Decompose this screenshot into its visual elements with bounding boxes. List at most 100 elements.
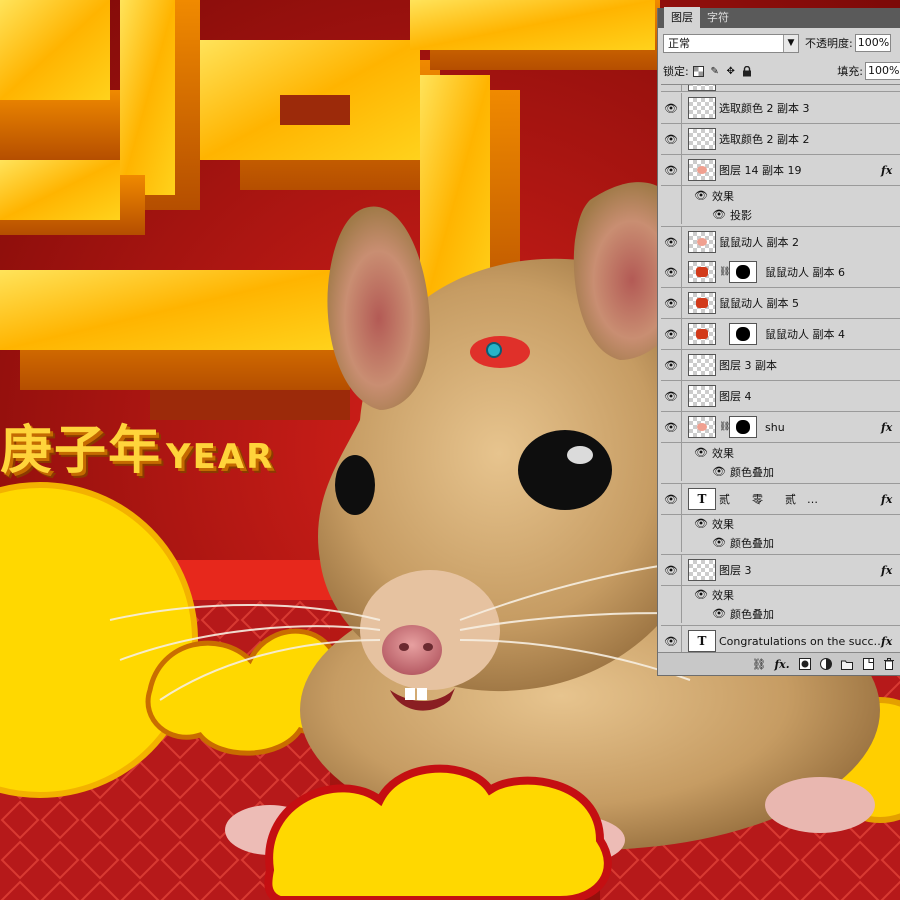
opacity-input[interactable]: 100% [854,34,891,52]
adjustment-layer-icon[interactable] [820,658,832,670]
lock-all-icon[interactable] [741,65,753,77]
layer-effects-row[interactable]: 👁 效果 [661,514,900,533]
layer-row[interactable]: 👁 T 贰 零 贰 … fx [661,483,900,515]
layers-panel: 图层 字符 正常 ▼ 不透明度: 100% 锁定: ✎ ✥ 填充: 100% 👁 [657,7,900,676]
visibility-eye-icon[interactable]: 👁 [682,208,726,221]
layer-thumbnail [688,85,716,91]
visibility-eye-icon[interactable]: 👁 [661,266,681,279]
fx-icon[interactable]: fx [881,564,900,577]
blend-mode-value: 正常 [668,37,690,50]
lock-transparency-icon[interactable] [693,65,705,77]
visibility-eye-icon[interactable]: 👁 [661,102,681,115]
visibility-eye-icon[interactable]: 👁 [661,328,681,341]
layer-row-partial[interactable]: 👁 [661,85,900,92]
layer-row[interactable]: 👁 ⛓ shu fx [661,412,900,443]
visibility-eye-icon[interactable]: 👁 [661,297,681,310]
fx-icon[interactable]: fx [881,493,900,506]
effects-label: 效果 [712,517,734,531]
lock-row: 锁定: ✎ ✥ 填充: 100% [663,60,900,82]
lock-brush-icon[interactable]: ✎ [709,65,721,77]
layer-thumbnail [688,354,716,376]
layer-mask-thumbnail[interactable] [729,323,757,345]
layer-name: Congratulations on the succ… [719,634,881,648]
layer-name: 选取颜色 2 副本 2 [719,133,810,146]
layer-thumbnail [688,231,716,253]
layer-row[interactable]: 👁 鼠鼠动人 副本 2 [661,226,900,258]
visibility-eye-icon[interactable]: 👁 [682,588,708,601]
folder-icon[interactable] [841,658,853,670]
effects-label: 效果 [712,588,734,602]
lock-move-icon[interactable]: ✥ [725,65,737,77]
visibility-eye-icon[interactable]: 👁 [661,359,681,372]
layers-list: 👁 👁 选取颜色 2 副本 3 👁 选取颜色 2 副本 2 👁 图层 14 副本… [661,84,900,657]
fx-icon[interactable]: fx [881,635,900,648]
visibility-eye-icon[interactable]: 👁 [661,85,681,87]
layer-row[interactable]: 👁 选取颜色 2 副本 3 [661,93,900,124]
year-title-cn: 庚子年 [0,421,163,481]
link-icon: ⛓ [719,422,731,432]
layer-effect-item[interactable]: 👁 颜色叠加 [661,533,900,552]
layer-name: 选取颜色 2 副本 3 [719,102,810,115]
layer-thumbnail [688,128,716,150]
layer-row[interactable]: 👁 ⛓ 鼠鼠动人 副本 6 [661,257,900,288]
effect-name: 颜色叠加 [730,607,774,621]
layer-row[interactable]: 👁 图层 14 副本 19 fx [661,155,900,186]
year-title-text: 庚子年 YEAR [0,408,274,483]
tab-layers[interactable]: 图层 [664,7,700,28]
layer-effects-row[interactable]: 👁 效果 [661,585,900,604]
layer-effects-row[interactable]: 👁 效果 [661,443,900,462]
chevron-down-icon: ▼ [783,34,798,52]
add-style-fx-icon[interactable]: fx. [774,658,790,671]
layer-thumbnail [688,559,716,581]
visibility-eye-icon[interactable]: 👁 [661,493,681,506]
layer-row[interactable]: 👁 图层 3 副本 [661,350,900,381]
layer-mask-thumbnail[interactable] [729,261,757,283]
layer-effect-item[interactable]: 👁 颜色叠加 [661,462,900,481]
opacity-label: 不透明度: [805,37,853,50]
layer-effect-item[interactable]: 👁 投影 [661,205,900,224]
visibility-eye-icon[interactable]: 👁 [682,465,726,478]
visibility-eye-icon[interactable]: 👁 [661,564,681,577]
layer-name: 图层 3 副本 [719,359,777,372]
layer-effects-row[interactable]: 👁 效果 [661,186,900,205]
blend-mode-select[interactable]: 正常 ▼ [663,33,799,53]
visibility-eye-icon[interactable]: 👁 [661,133,681,146]
fill-input[interactable]: 100% [865,62,900,80]
effects-label: 效果 [712,446,734,460]
visibility-eye-icon[interactable]: 👁 [682,446,708,459]
visibility-eye-icon[interactable]: 👁 [682,536,726,549]
visibility-eye-icon[interactable]: 👁 [661,635,681,648]
visibility-eye-icon[interactable]: 👁 [661,421,681,434]
layer-mask-thumbnail[interactable] [729,416,757,438]
fx-icon[interactable]: fx [881,421,900,434]
layer-row[interactable]: 👁 鼠鼠动人 副本 5 [661,288,900,319]
panel-tabs: 图层 字符 [658,7,900,28]
layer-name: 鼠鼠动人 副本 4 [765,328,845,341]
visibility-eye-icon[interactable]: 👁 [682,189,708,202]
layer-row[interactable]: 👁 图层 4 [661,381,900,412]
layer-name: 鼠鼠动人 副本 5 [719,297,799,310]
year-title-en: YEAR [166,437,275,477]
new-layer-icon[interactable] [862,658,874,670]
layer-row[interactable]: 👁 图层 3 fx [661,554,900,586]
effects-label: 效果 [712,189,734,203]
link-layers-icon[interactable]: ⛓ [752,658,766,671]
layer-row[interactable]: 👁 鼠鼠动人 副本 4 [661,319,900,350]
fx-icon[interactable]: fx [881,164,900,177]
tab-character[interactable]: 字符 [700,7,736,28]
layer-thumbnail [688,416,716,438]
add-mask-icon[interactable] [799,658,811,670]
visibility-eye-icon[interactable]: 👁 [661,390,681,403]
visibility-eye-icon[interactable]: 👁 [682,517,708,530]
fill-label: 填充: [837,65,863,78]
visibility-eye-icon[interactable]: 👁 [682,607,726,620]
layer-name: 图层 3 [719,564,752,577]
visibility-eye-icon[interactable]: 👁 [661,164,681,177]
trash-icon[interactable] [883,658,895,670]
layer-row[interactable]: 👁 选取颜色 2 副本 2 [661,124,900,155]
text-layer-thumbnail: T [688,630,716,652]
layer-thumbnail [688,159,716,181]
visibility-eye-icon[interactable]: 👁 [661,236,681,249]
layer-effect-item[interactable]: 👁 颜色叠加 [661,604,900,623]
fill-group: 填充: 100% [837,62,900,80]
